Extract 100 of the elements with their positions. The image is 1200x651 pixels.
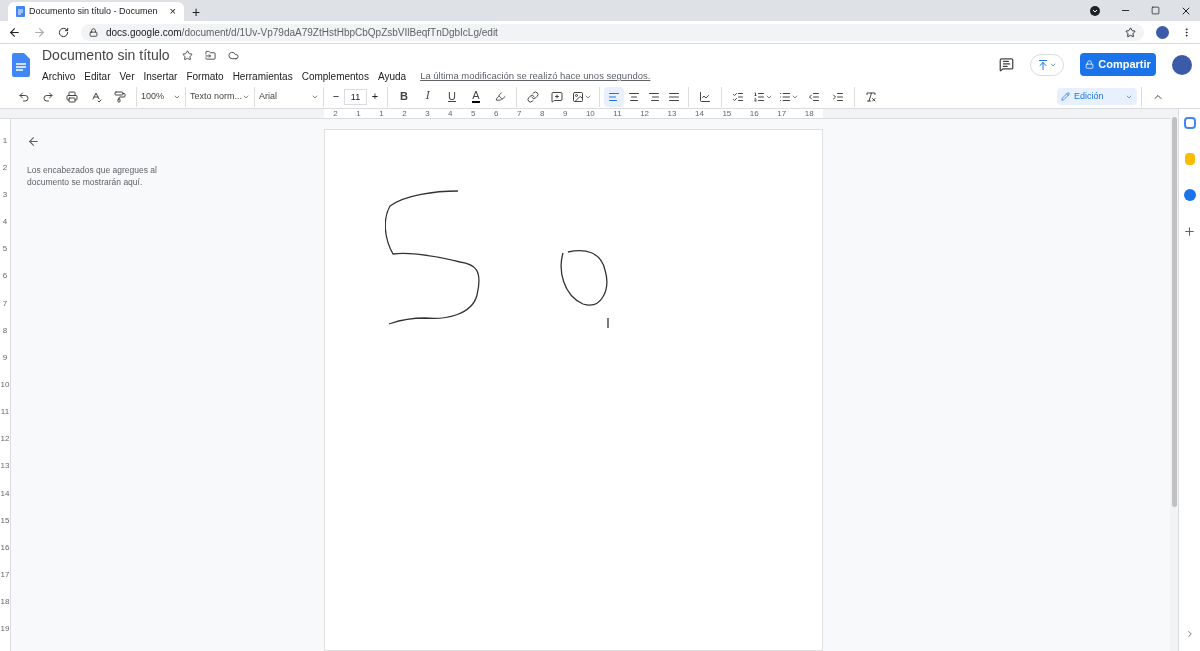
- ruler-number: 19: [0, 625, 10, 634]
- ruler-number: 16: [749, 109, 759, 118]
- outline-hint: Los encabezados que agregues al documento se mostrarán aquí.: [27, 164, 158, 188]
- ruler-number: 18: [0, 598, 10, 607]
- star-icon[interactable]: [181, 50, 193, 61]
- ruler-number: 14: [0, 489, 10, 498]
- cloud-icon[interactable]: [227, 50, 239, 61]
- ruler-number: 13: [0, 462, 10, 471]
- comment-icon[interactable]: [999, 57, 1014, 72]
- ruler-number: 15: [722, 109, 732, 118]
- ruler-number: 2: [2, 163, 8, 172]
- underline-button[interactable]: U: [440, 84, 464, 109]
- back-arrow-icon[interactable]: [27, 135, 40, 148]
- last-edit-link[interactable]: La última modificación se realizó hace unos segundos.: [420, 69, 651, 84]
- font-size-field[interactable]: 11: [344, 88, 367, 105]
- menu-item[interactable]: Formato: [186, 69, 224, 84]
- address-field[interactable]: docs.google.com/document/d/1Uv-Vp79daA79ZtHstHbpCbQpZsbVIlBeqfTnDgbIcLg/edit: [81, 23, 1144, 41]
- link-icon: [527, 90, 539, 103]
- menu-item[interactable]: Ver: [119, 69, 135, 84]
- comment-add-icon: [551, 90, 563, 103]
- numbered-list-icon: [753, 90, 765, 103]
- ruler-number: 16: [0, 543, 10, 552]
- mode-dropdown[interactable]: Edición: [1057, 88, 1137, 105]
- ruler-number: 2: [402, 109, 407, 118]
- align-icon: [668, 90, 680, 103]
- style-dropdown[interactable]: Texto norm...: [190, 89, 250, 104]
- bookmark-star-icon[interactable]: [1125, 26, 1136, 38]
- align-icon: [628, 90, 640, 103]
- font-dropdown[interactable]: Arial: [259, 89, 319, 104]
- ruler-number: 11: [613, 109, 622, 118]
- share-button[interactable]: Compartir: [1080, 53, 1156, 76]
- browser-tab[interactable]: Documento sin título - Documen ×: [8, 2, 184, 21]
- ruler-number: 2: [333, 109, 338, 118]
- ruler-number: 6: [494, 109, 499, 118]
- profile-icon[interactable]: [1090, 5, 1100, 16]
- ruler-number: 17: [0, 571, 10, 580]
- menu-item[interactable]: Herramientas: [232, 69, 293, 84]
- close-icon[interactable]: ×: [169, 3, 176, 20]
- calendar-icon[interactable]: [1183, 117, 1196, 129]
- ruler-number: 7: [517, 109, 522, 118]
- ruler-number: 15: [0, 516, 10, 525]
- clear-formatting-icon: [865, 90, 877, 103]
- menu-item[interactable]: Complementos: [301, 69, 369, 84]
- url-text: docs.google.com/document/d/1Uv-Vp79daA79ZtHstHbpCbQpZsbVIlBeqfTnDgbIcLg/edit: [106, 25, 498, 40]
- redo-icon: [42, 90, 54, 103]
- ruler-number: 4: [448, 109, 453, 118]
- menu-item[interactable]: Ayuda: [377, 69, 407, 84]
- image-icon: [572, 90, 584, 103]
- upload-icon: [1037, 58, 1049, 71]
- lock-icon: [89, 27, 98, 37]
- text-color-button[interactable]: A: [464, 84, 488, 109]
- new-tab-button[interactable]: +: [192, 5, 201, 19]
- ruler-number: 14: [695, 109, 704, 118]
- increase-size-button[interactable]: +: [367, 88, 383, 105]
- document-title[interactable]: Documento sin título: [42, 45, 170, 66]
- tab-title: Documento sin título - Documen: [29, 4, 158, 18]
- ruler-number: 12: [640, 109, 650, 118]
- menu-item[interactable]: Editar: [84, 69, 111, 84]
- paint-roller-icon: [114, 90, 126, 103]
- ruler-number: 10: [585, 109, 595, 118]
- ruler-number: 5: [471, 109, 476, 118]
- italic-button[interactable]: I: [416, 84, 440, 109]
- menu-item[interactable]: Insertar: [143, 69, 178, 84]
- decrease-size-button[interactable]: −: [328, 88, 344, 105]
- menu-item[interactable]: Archivo: [42, 69, 76, 84]
- reload-icon[interactable]: [58, 26, 69, 38]
- ruler-number: 18: [804, 109, 814, 118]
- restore-icon[interactable]: [1151, 6, 1160, 15]
- docs-logo-icon[interactable]: [12, 52, 30, 77]
- ruler-number: 1: [379, 109, 384, 118]
- ruler-number: 9: [562, 109, 568, 118]
- bold-button[interactable]: B: [392, 84, 416, 109]
- ruler-number: 9: [2, 353, 8, 362]
- ruler-number: 1: [356, 109, 361, 118]
- pencil-icon: [1061, 92, 1070, 101]
- align-button[interactable]: [604, 86, 624, 107]
- ruler-number: 3: [425, 109, 430, 118]
- ruler-number: 11: [0, 408, 10, 417]
- scrollbar-thumb[interactable]: [1171, 117, 1177, 507]
- indent-icon: [832, 90, 844, 103]
- back-icon[interactable]: [8, 25, 21, 39]
- ruler-number: 13: [667, 109, 677, 118]
- tasks-icon[interactable]: [1183, 189, 1196, 201]
- folder-icon[interactable]: [204, 50, 216, 61]
- ruler-number: 3: [2, 190, 8, 199]
- undo-icon: [18, 90, 30, 103]
- printer-icon: [66, 90, 78, 103]
- ruler-number: 7: [2, 299, 8, 308]
- ruler-number: 10: [0, 381, 10, 389]
- add-icon[interactable]: [1183, 225, 1196, 238]
- ruler-number: 1: [2, 136, 8, 145]
- highlighter-icon: [494, 91, 506, 102]
- zoom-dropdown[interactable]: 100%: [141, 89, 181, 104]
- align-icon: [608, 90, 620, 103]
- ruler-number: 5: [2, 245, 8, 254]
- checklist-icon: [732, 90, 744, 103]
- ruler-number: 6: [2, 272, 8, 281]
- docs-icon: [16, 6, 25, 17]
- ruler-number: 12: [0, 435, 10, 444]
- outdent-icon: [808, 90, 820, 103]
